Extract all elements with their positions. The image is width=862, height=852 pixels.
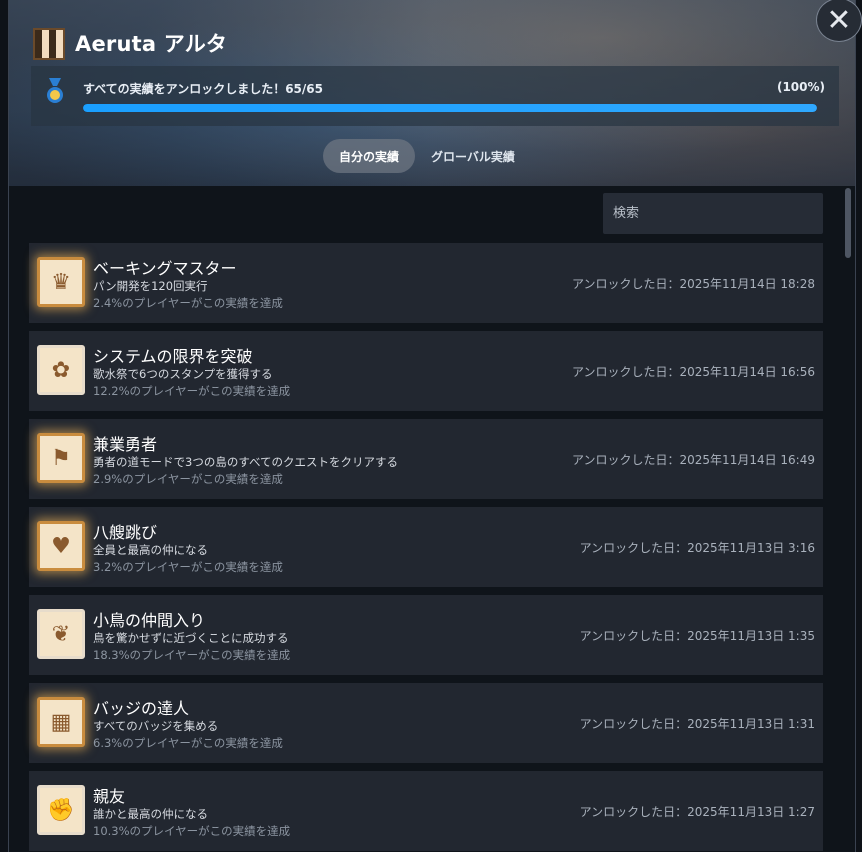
achievement-unlock-date: アンロックした日：2025年11月14日 18:28 bbox=[572, 277, 815, 291]
achievement-description: 勇者の道モードで3つの島のすべてのクエストをクリアする bbox=[93, 455, 399, 469]
bread-crown-icon-glyph: ♛ bbox=[51, 269, 71, 295]
achievement-description: すべてのバッジを集める bbox=[93, 719, 219, 733]
achievement-row[interactable]: ❦ 小鳥の仲間入り 鳥を驚かせずに近づくことに成功する 18.3%のプレイヤーがこの実… bbox=[29, 595, 823, 675]
achievement-unlock-date: アンロックした日：2025年11月13日 1:27 bbox=[579, 805, 815, 819]
achievement-name: 小鳥の仲間入り bbox=[93, 611, 206, 630]
achievement-description: パン開発を120回実行 bbox=[93, 279, 208, 293]
heart-hands-icon: ♥ bbox=[37, 521, 85, 571]
achievement-row[interactable]: ▦ バッジの達人 すべてのバッジを集める 6.3%のプレイヤーがこの実績を達成 アンロッ… bbox=[29, 683, 823, 763]
achievement-description: 歌水祭で6つのスタンプを獲得する bbox=[93, 367, 273, 381]
badge-box-icon: ▦ bbox=[37, 697, 85, 747]
achievement-row[interactable]: ♛ ベーキングマスター パン開発を120回実行 2.4%のプレイヤーがこの実績を達成 ア… bbox=[29, 243, 823, 323]
progress-bar-fill bbox=[83, 104, 817, 112]
hero-banner-icon: ⚑ bbox=[37, 433, 85, 483]
achievement-unlock-date: アンロックした日：2025年11月13日 1:31 bbox=[579, 717, 815, 731]
achievement-unlock-date: アンロックした日：2025年11月13日 3:16 bbox=[579, 541, 815, 555]
heart-hands-icon-glyph: ♥ bbox=[51, 533, 71, 559]
fist-bump-icon-glyph: ✊ bbox=[47, 797, 75, 823]
hero-banner-icon-glyph: ⚑ bbox=[51, 445, 71, 471]
birds-icon-glyph: ❦ bbox=[51, 621, 71, 647]
achievement-rarity: 2.4%のプレイヤーがこの実績を達成 bbox=[93, 296, 283, 310]
achievement-rarity: 10.3%のプレイヤーがこの実績を達成 bbox=[93, 824, 291, 838]
game-title: Aeruta アルタ bbox=[75, 32, 228, 56]
medal-icon bbox=[47, 78, 63, 103]
fist-bump-icon: ✊ bbox=[37, 785, 85, 835]
search-input[interactable] bbox=[603, 193, 823, 234]
progress-percent: (100%) bbox=[776, 80, 825, 94]
badge-box-icon-glyph: ▦ bbox=[50, 709, 72, 735]
achievement-rarity: 12.2%のプレイヤーがこの実績を達成 bbox=[93, 384, 291, 398]
scrollbar-thumb[interactable] bbox=[845, 188, 851, 258]
achievement-name: 親友 bbox=[93, 787, 126, 806]
tab-bar: 自分の実績 グローバル実績 bbox=[323, 139, 531, 173]
tab-global-achievements[interactable]: グローバル実績 bbox=[415, 139, 531, 173]
achievement-row[interactable]: ✊ 親友 誰かと最高の仲になる 10.3%のプレイヤーがこの実績を達成 アンロックした日… bbox=[29, 771, 823, 851]
achievement-rarity: 2.9%のプレイヤーがこの実績を達成 bbox=[93, 472, 283, 486]
progress-bar bbox=[83, 104, 817, 112]
achievement-unlock-date: アンロックした日：2025年11月14日 16:49 bbox=[572, 453, 815, 467]
achievement-row[interactable]: ♥ 八艘跳び 全員と最高の仲になる 3.2%のプレイヤーがこの実績を達成 アンロックした… bbox=[29, 507, 823, 587]
achievement-name: 八艘跳び bbox=[93, 523, 158, 542]
achievement-name: バッジの達人 bbox=[93, 699, 190, 718]
game-icon bbox=[33, 28, 65, 60]
achievement-unlock-date: アンロックした日：2025年11月14日 16:56 bbox=[572, 365, 815, 379]
close-icon: ✕ bbox=[826, 2, 852, 38]
tab-my-achievements[interactable]: 自分の実績 bbox=[323, 139, 416, 173]
achievement-rarity: 6.3%のプレイヤーがこの実績を達成 bbox=[93, 736, 283, 750]
achievements-modal: Aeruta アルタ すべての実績をアンロックしました！65/65 (100%)… bbox=[8, 0, 856, 852]
achievement-row[interactable]: ✿ システムの限界を突破 歌水祭で6つのスタンプを獲得する 12.2%のプレイヤーがこ… bbox=[29, 331, 823, 411]
achievement-rarity: 3.2%のプレイヤーがこの実績を達成 bbox=[93, 560, 283, 574]
achievement-name: システムの限界を突破 bbox=[93, 347, 253, 366]
progress-label: すべての実績をアンロックしました！65/65 bbox=[83, 82, 323, 96]
scrollbar[interactable] bbox=[845, 186, 853, 852]
achievement-name: 兼業勇者 bbox=[93, 435, 158, 454]
progress-panel: すべての実績をアンロックしました！65/65 (100%) bbox=[31, 66, 839, 126]
game-hero-banner: Aeruta アルタ すべての実績をアンロックしました！65/65 (100%)… bbox=[9, 0, 855, 186]
bread-crown-icon: ♛ bbox=[37, 257, 85, 307]
achievement-name: ベーキングマスター bbox=[93, 259, 237, 278]
achievement-row[interactable]: ⚑ 兼業勇者 勇者の道モードで3つの島のすべてのクエストをクリアする 2.9%のプレイ… bbox=[29, 419, 823, 499]
achievement-description: 誰かと最高の仲になる bbox=[93, 807, 208, 821]
achievement-description: 鳥を驚かせずに近づくことに成功する bbox=[93, 631, 289, 645]
achievement-rarity: 18.3%のプレイヤーがこの実績を達成 bbox=[93, 648, 291, 662]
birds-icon: ❦ bbox=[37, 609, 85, 659]
achievement-description: 全員と最高の仲になる bbox=[93, 543, 208, 557]
close-button[interactable]: ✕ bbox=[816, 0, 862, 42]
achievement-list: ♛ベーキングマスターパン開発を120回実行2.4%のプレイヤーがこの実績を達成ア… bbox=[9, 186, 855, 852]
cat-stamp-icon-glyph: ✿ bbox=[51, 357, 71, 383]
achievement-unlock-date: アンロックした日：2025年11月13日 1:35 bbox=[579, 629, 815, 643]
cat-stamp-icon: ✿ bbox=[37, 345, 85, 395]
